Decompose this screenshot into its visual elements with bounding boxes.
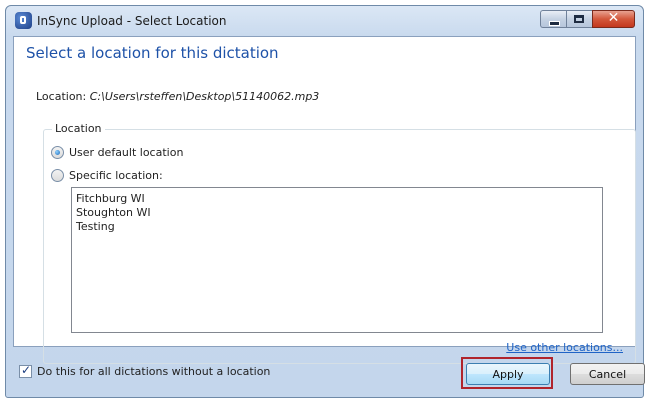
user-default-location-label: User default location bbox=[69, 145, 184, 159]
minimize-button[interactable] bbox=[540, 10, 566, 28]
specific-location-label: Specific location: bbox=[69, 168, 163, 182]
close-button[interactable]: ✕ bbox=[592, 10, 635, 28]
user-default-location-option[interactable]: User default location bbox=[51, 144, 183, 160]
list-item[interactable]: Stoughton WI bbox=[72, 206, 602, 220]
location-group-legend: Location bbox=[52, 122, 105, 135]
maximize-icon bbox=[574, 15, 584, 23]
file-location: Location: C:\Users\rsteffen\Desktop\5114… bbox=[36, 90, 319, 103]
list-item[interactable]: Fitchburg WI bbox=[72, 192, 602, 206]
cancel-button[interactable]: Cancel bbox=[570, 363, 645, 385]
minimize-icon bbox=[549, 21, 560, 26]
file-location-label: Location: bbox=[36, 90, 87, 103]
user-default-location-radio[interactable] bbox=[51, 145, 64, 159]
use-other-locations-link[interactable]: Use other locations... bbox=[506, 341, 623, 354]
close-icon: ✕ bbox=[607, 10, 620, 26]
list-item[interactable]: Testing bbox=[72, 220, 602, 234]
specific-location-option[interactable]: Specific location: bbox=[51, 167, 163, 183]
location-groupbox: Location User default location Specific … bbox=[43, 122, 636, 364]
caption-buttons: ✕ bbox=[540, 10, 635, 30]
apply-to-all-checkbox[interactable] bbox=[19, 363, 32, 378]
apply-to-all-option[interactable]: Do this for all dictations without a loc… bbox=[19, 363, 271, 378]
title-bar[interactable]: InSync Upload - Select Location ✕ bbox=[6, 6, 643, 36]
file-location-path: C:\Users\rsteffen\Desktop\51140062.mp3 bbox=[89, 90, 320, 103]
dialog-content: Select a location for this dictation Loc… bbox=[13, 36, 636, 364]
window-title: InSync Upload - Select Location bbox=[37, 14, 227, 28]
dialog-window: InSync Upload - Select Location ✕ Select… bbox=[5, 5, 645, 398]
maximize-button[interactable] bbox=[566, 10, 592, 28]
dialog-footer: Do this for all dictations without a loc… bbox=[13, 355, 645, 390]
specific-location-radio[interactable] bbox=[51, 168, 64, 182]
insync-app-icon bbox=[15, 12, 32, 29]
apply-to-all-label: Do this for all dictations without a loc… bbox=[37, 365, 271, 378]
location-listbox[interactable]: Fitchburg WI Stoughton WI Testing bbox=[71, 187, 603, 333]
dialog-heading: Select a location for this dictation bbox=[26, 44, 279, 62]
apply-button[interactable]: Apply bbox=[466, 363, 550, 385]
